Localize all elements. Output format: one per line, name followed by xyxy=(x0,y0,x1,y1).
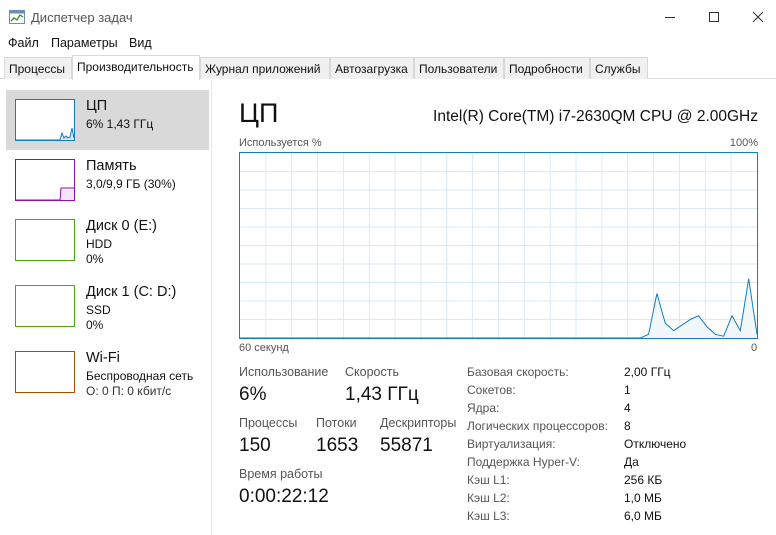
cpu-name: ЦП xyxy=(86,98,108,114)
wifi-thumbnail xyxy=(15,351,75,393)
detail-label: Логических процессоров: xyxy=(467,419,608,433)
uptime-value: 0:00:22:12 xyxy=(239,486,329,507)
detail-value: 1,0 МБ xyxy=(624,491,662,505)
disk-0-name: Диск 0 (E:) xyxy=(86,218,157,234)
detail-label: Кэш L3: xyxy=(467,509,510,523)
graph-y-label: Используется % xyxy=(239,137,322,149)
menu-view[interactable]: Вид xyxy=(129,36,152,50)
disk-1-thumbnail xyxy=(15,285,75,327)
disk-1-usage: 0% xyxy=(86,318,104,332)
resource-cpu[interactable]: ЦП 6% 1,43 ГГц xyxy=(6,90,209,150)
disk-0-usage: 0% xyxy=(86,252,104,266)
wifi-type: Беспроводная сеть xyxy=(86,369,194,383)
window-title: Диспетчер задач xyxy=(31,10,133,25)
tab-users[interactable]: Пользователи xyxy=(414,57,504,79)
wifi-throughput: О: 0 П: 0 кбит/с xyxy=(86,384,172,398)
page-title: ЦП xyxy=(239,98,279,128)
menu-file[interactable]: Файл xyxy=(8,36,39,50)
detail-value: 6,0 МБ xyxy=(624,509,662,523)
cpu-usage-chart xyxy=(240,153,758,339)
detail-label: Базовая скорость: xyxy=(467,365,569,379)
handles-value: 55871 xyxy=(380,435,433,456)
threads-value: 1653 xyxy=(316,435,359,456)
menu-bar: Файл Параметры Вид xyxy=(0,34,776,54)
resource-disk-1[interactable]: Диск 1 (C: D:) SSD 0% xyxy=(6,276,209,336)
detail-value: 4 xyxy=(624,401,631,415)
memory-thumbnail xyxy=(15,159,75,201)
resource-disk-0[interactable]: Диск 0 (E:) HDD 0% xyxy=(6,210,209,270)
graph-x-label: 60 секунд xyxy=(239,342,289,354)
detail-value: Отключено xyxy=(624,437,687,451)
menu-options[interactable]: Параметры xyxy=(51,36,118,50)
maximize-button[interactable] xyxy=(692,0,736,34)
resource-list: ЦП 6% 1,43 ГГц Память 3,0/9,9 ГБ (30%) Д… xyxy=(0,80,212,535)
graph-y-max: 100% xyxy=(729,137,758,149)
processes-label: Процессы xyxy=(239,416,298,430)
minimize-icon xyxy=(665,17,675,18)
detail-label: Виртуализация: xyxy=(467,437,556,451)
memory-summary: 3,0/9,9 ГБ (30%) xyxy=(86,177,176,191)
detail-value: 1 xyxy=(624,383,631,397)
detail-value: 256 КБ xyxy=(624,473,663,487)
detail-label: Сокетов: xyxy=(467,383,516,397)
cpu-thumbnail xyxy=(15,99,75,141)
threads-label: Потоки xyxy=(316,416,357,430)
minimize-button[interactable] xyxy=(648,0,692,34)
disk-1-name: Диск 1 (C: D:) xyxy=(86,284,177,300)
detail-value: Да xyxy=(624,455,639,469)
close-button[interactable] xyxy=(736,0,776,34)
cpu-model: Intel(R) Core(TM) i7-2630QM CPU @ 2.00GH… xyxy=(433,108,758,125)
speed-value: 1,43 ГГц xyxy=(345,384,419,405)
usage-label: Использование xyxy=(239,365,329,379)
detail-label: Кэш L2: xyxy=(467,491,510,505)
detail-value: 2,00 ГГц xyxy=(624,365,671,379)
title-bar: Диспетчер задач xyxy=(0,0,776,34)
close-icon xyxy=(752,11,764,23)
tab-services[interactable]: Службы xyxy=(590,57,648,79)
maximize-icon xyxy=(709,12,719,22)
detail-label: Поддержка Hyper-V: xyxy=(467,455,580,469)
detail-label: Кэш L1: xyxy=(467,473,510,487)
detail-value: 8 xyxy=(624,419,631,433)
cpu-summary: 6% 1,43 ГГц xyxy=(86,117,154,131)
tab-startup[interactable]: Автозагрузка xyxy=(330,57,414,79)
tab-performance[interactable]: Производительность xyxy=(72,55,200,80)
graph-x-end: 0 xyxy=(751,342,758,354)
disk-0-thumbnail xyxy=(15,219,75,261)
wifi-name: Wi-Fi xyxy=(86,350,120,366)
tab-bar: Процессы Производительность Журнал прило… xyxy=(0,55,776,80)
memory-thumbnail-graph xyxy=(16,187,74,201)
speed-label: Скорость xyxy=(345,365,399,379)
memory-name: Память xyxy=(86,158,137,174)
tab-processes[interactable]: Процессы xyxy=(4,57,72,79)
resource-memory[interactable]: Память 3,0/9,9 ГБ (30%) xyxy=(6,150,209,210)
tab-app-history[interactable]: Журнал приложений xyxy=(200,57,330,79)
cpu-usage-graph xyxy=(239,152,758,339)
resource-wifi[interactable]: Wi-Fi Беспроводная сеть О: 0 П: 0 кбит/с xyxy=(6,342,209,402)
task-manager-icon xyxy=(9,10,25,24)
disk-1-type: SSD xyxy=(86,303,111,317)
processes-value: 150 xyxy=(239,435,271,456)
detail-label: Ядра: xyxy=(467,401,500,415)
disk-0-type: HDD xyxy=(86,237,112,251)
cpu-thumbnail-graph xyxy=(16,127,75,141)
handles-label: Дескрипторы xyxy=(380,416,457,430)
uptime-label: Время работы xyxy=(239,467,323,481)
usage-value: 6% xyxy=(239,384,267,405)
tab-details[interactable]: Подробности xyxy=(504,57,590,79)
